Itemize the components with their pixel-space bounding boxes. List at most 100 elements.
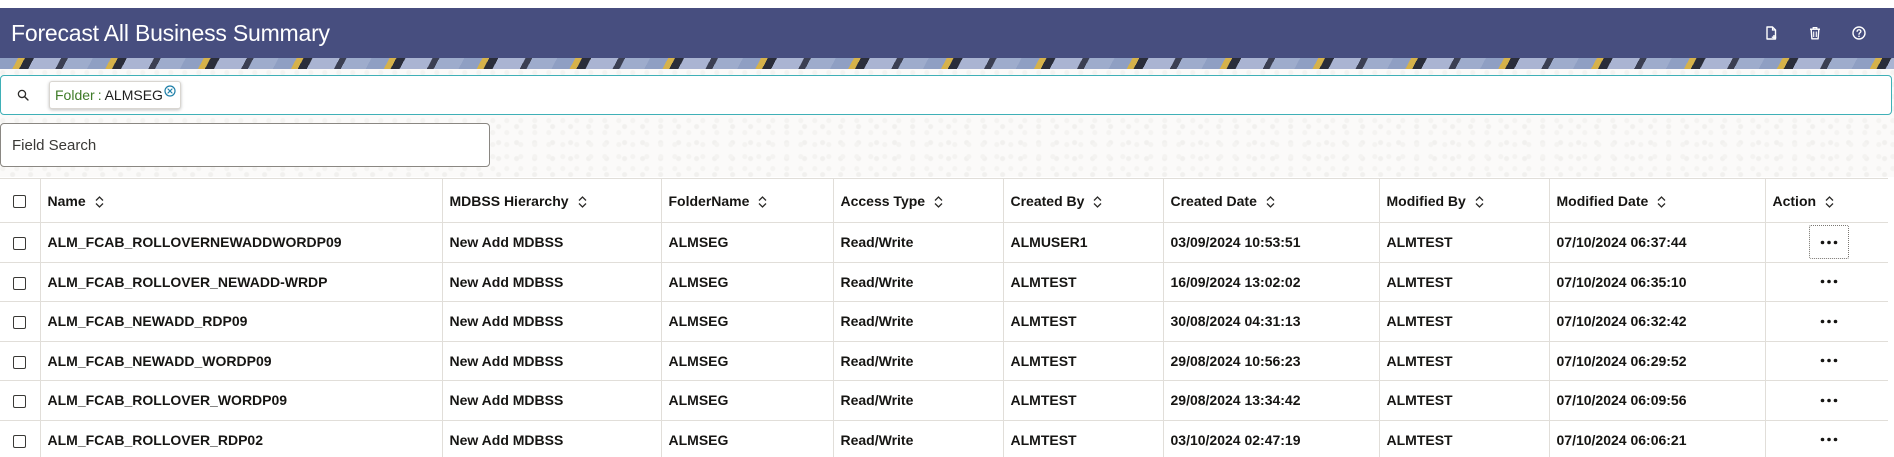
select-all-checkbox[interactable] — [13, 195, 27, 209]
sort-icon — [1825, 195, 1834, 208]
cell-name: ALM_FCAB_NEWADD_RDP09 — [40, 301, 443, 342]
cell-mdbss-hierarchy: New Add MDBSS — [442, 262, 662, 302]
row-checkbox[interactable] — [13, 316, 27, 330]
cell-created-by: ALMTEST — [1003, 301, 1164, 342]
row-action-cell — [1765, 341, 1888, 381]
column-header-modified-date[interactable]: Modified Date — [1549, 178, 1766, 223]
filter-chip-key: Folder — [55, 87, 95, 103]
cell-created-by: ALMTEST — [1003, 420, 1164, 457]
sort-icon — [934, 195, 943, 208]
row-checkbox[interactable] — [13, 395, 27, 409]
column-header-access-type[interactable]: Access Type — [833, 178, 1004, 223]
table-row[interactable]: ALM_FCAB_ROLLOVER_WORDP09 New Add MDBSS AL… — [0, 380, 1888, 421]
cell-name: ALM_FCAB_ROLLOVER_RDP02 — [40, 420, 443, 457]
field-search-input[interactable] — [0, 123, 490, 167]
row-actions-button[interactable] — [1808, 225, 1849, 260]
row-checkbox[interactable] — [13, 276, 27, 290]
filter-bar[interactable]: Folder : ALMSEG — [0, 75, 1892, 115]
cell-modified-by: ALMTEST — [1379, 222, 1550, 263]
add-button[interactable] — [1760, 22, 1782, 44]
cell-access-type: Read/Write — [833, 420, 1004, 457]
cell-modified-date: 07/10/2024 06:29:52 — [1549, 341, 1766, 381]
row-select-cell — [0, 262, 41, 302]
column-header-mdbss-hierarchy[interactable]: MDBSS Hierarchy — [442, 178, 662, 223]
row-actions-button[interactable] — [1809, 265, 1849, 299]
more-horizontal-icon — [1820, 279, 1837, 284]
sort-icon — [95, 195, 104, 208]
row-actions-button[interactable] — [1809, 304, 1849, 338]
cell-folder-name: ALMSEG — [661, 301, 834, 342]
table-header-row: Name MDBSS Hierarchy FolderName Access T… — [0, 178, 1888, 223]
row-action-cell — [1765, 262, 1888, 302]
cell-access-type: Read/Write — [833, 262, 1004, 302]
new-document-icon — [1766, 26, 1777, 40]
column-header-modified-by[interactable]: Modified By — [1379, 178, 1550, 223]
filter-chip-separator: : — [97, 87, 102, 103]
cell-created-by: ALMTEST — [1003, 341, 1164, 381]
table-row[interactable]: ALM_FCAB_NEWADD_RDP09 New Add MDBSS ALMSEG… — [0, 301, 1888, 342]
cell-modified-by: ALMTEST — [1379, 341, 1550, 381]
header-actions — [1760, 22, 1882, 44]
column-header-folder-name[interactable]: FolderName — [661, 178, 834, 223]
cell-modified-by: ALMTEST — [1379, 301, 1550, 342]
table-row[interactable]: ALM_FCAB_ROLLOVER_RDP02 New Add MDBSS ALMS… — [0, 420, 1888, 457]
header-banner-pattern — [0, 58, 1894, 69]
row-actions-button[interactable] — [1809, 423, 1849, 457]
more-horizontal-icon — [1820, 319, 1837, 324]
row-checkbox[interactable] — [13, 355, 27, 369]
column-header-created-date[interactable]: Created Date — [1163, 178, 1380, 223]
row-checkbox[interactable] — [13, 237, 27, 251]
page-title: Forecast All Business Summary — [11, 19, 330, 46]
sort-icon — [1266, 195, 1275, 208]
search-icon[interactable] — [16, 88, 30, 102]
cell-modified-by: ALMTEST — [1379, 380, 1550, 421]
cell-mdbss-hierarchy: New Add MDBSS — [442, 341, 662, 381]
cell-created-by: ALMTEST — [1003, 380, 1164, 421]
cell-mdbss-hierarchy: New Add MDBSS — [442, 222, 662, 263]
cell-modified-date: 07/10/2024 06:32:42 — [1549, 301, 1766, 342]
column-header-name[interactable]: Name — [40, 178, 443, 223]
sort-icon — [578, 195, 587, 208]
sort-icon — [758, 195, 767, 208]
help-button[interactable] — [1848, 22, 1870, 44]
cell-mdbss-hierarchy: New Add MDBSS — [442, 301, 662, 342]
column-header-created-by[interactable]: Created By — [1003, 178, 1164, 223]
cell-name: ALM_FCAB_ROLLOVERNEWADDWORDP09 — [40, 222, 443, 263]
sort-icon — [1475, 195, 1484, 208]
row-actions-button[interactable] — [1809, 344, 1849, 378]
row-select-cell — [0, 380, 41, 421]
row-checkbox[interactable] — [13, 434, 27, 448]
cell-folder-name: ALMSEG — [661, 262, 834, 302]
cell-modified-by: ALMTEST — [1379, 420, 1550, 457]
cell-access-type: Read/Write — [833, 301, 1004, 342]
table-row[interactable]: ALM_FCAB_ROLLOVERNEWADDWORDP09 New Add MD… — [0, 222, 1888, 263]
cell-mdbss-hierarchy: New Add MDBSS — [442, 380, 662, 421]
cell-created-by: ALMTEST — [1003, 262, 1164, 302]
remove-filter-icon[interactable] — [164, 85, 176, 97]
filter-chip-folder[interactable]: Folder : ALMSEG — [49, 81, 181, 109]
more-horizontal-icon — [1820, 358, 1837, 363]
page-header: Forecast All Business Summary — [0, 8, 1894, 58]
cell-folder-name: ALMSEG — [661, 222, 834, 263]
column-header-action[interactable]: Action — [1765, 178, 1888, 223]
cell-modified-date: 07/10/2024 06:35:10 — [1549, 262, 1766, 302]
delete-button[interactable] — [1804, 22, 1826, 44]
delete-icon — [1810, 27, 1820, 40]
row-select-cell — [0, 420, 41, 457]
row-actions-button[interactable] — [1809, 383, 1849, 417]
row-select-cell — [0, 301, 41, 342]
cell-modified-date: 07/10/2024 06:06:21 — [1549, 420, 1766, 457]
table-row[interactable]: ALM_FCAB_ROLLOVER_NEWADD-WRDP New Add MDB… — [0, 262, 1888, 302]
cell-modified-date: 07/10/2024 06:37:44 — [1549, 222, 1766, 263]
row-select-cell — [0, 222, 41, 263]
more-horizontal-icon — [1820, 398, 1837, 403]
cell-mdbss-hierarchy: New Add MDBSS — [442, 420, 662, 457]
table-row[interactable]: ALM_FCAB_NEWADD_WORDP09 New Add MDBSS ALMS… — [0, 341, 1888, 381]
row-action-cell — [1765, 420, 1888, 457]
cell-created-date: 03/09/2024 10:53:51 — [1163, 222, 1380, 263]
cell-name: ALM_FCAB_ROLLOVER_WORDP09 — [40, 380, 443, 421]
cell-created-date: 30/08/2024 04:31:13 — [1163, 301, 1380, 342]
summary-table: Name MDBSS Hierarchy FolderName Access T… — [0, 178, 1888, 457]
cell-created-date: 29/08/2024 13:34:42 — [1163, 380, 1380, 421]
cell-modified-by: ALMTEST — [1379, 262, 1550, 302]
